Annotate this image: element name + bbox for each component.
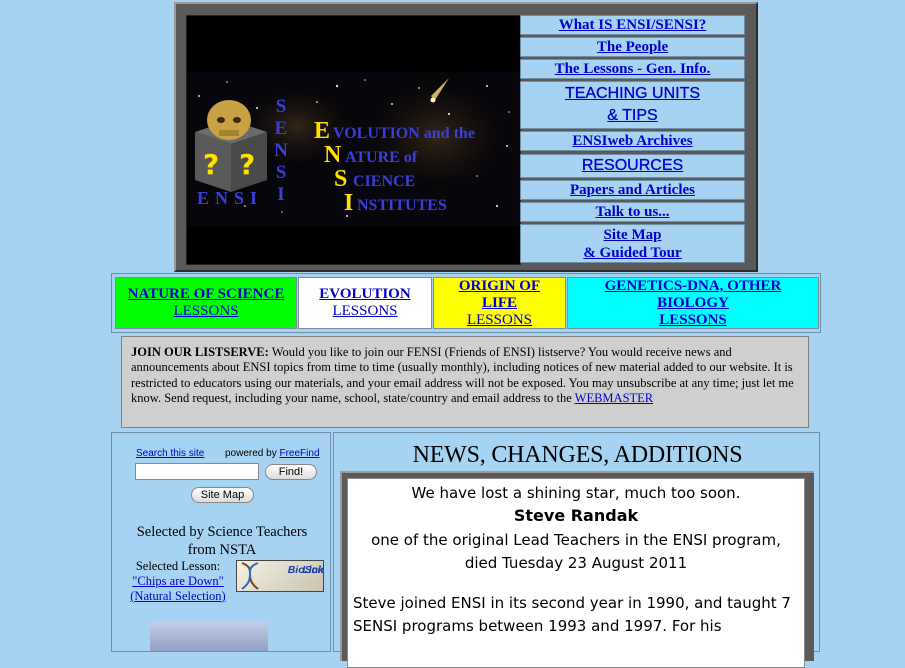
nsta-title-line: Selected by Science Teachers [136, 524, 308, 540]
nav-label: TEACHING UNITS [564, 85, 701, 102]
nav-label: & Guided Tour [583, 244, 682, 261]
lesson-title: BIOLOGY [657, 294, 729, 311]
lesson-nature-of-science[interactable]: NATURE OF SCIENCE LESSONS [115, 277, 297, 329]
webmaster-link[interactable]: WEBMASTER [575, 391, 653, 405]
news-content: We have lost a shining star, much too so… [347, 478, 805, 668]
nav-papers-articles[interactable]: Papers and Articles [520, 180, 745, 200]
powered-by-text: powered by [225, 448, 280, 459]
badge-text: BioScienceLinks [261, 563, 324, 576]
site-map-button[interactable]: Site Map [191, 487, 254, 503]
nav-talk-to-us[interactable]: Talk to us... [520, 202, 745, 222]
nav-label: The Lessons - Gen. Info. [554, 61, 711, 77]
lesson-evolution[interactable]: EVOLUTION LESSONS [298, 277, 432, 329]
nav-ensiweb-archives[interactable]: ENSIweb Archives [520, 131, 745, 151]
banner-sensi-letter: S [276, 162, 287, 183]
news-heading: NEWS, CHANGES, ADDITIONS [412, 442, 743, 468]
nav-label: ENSIweb Archives [572, 133, 693, 149]
nav-what-is-ensi[interactable]: What IS ENSI/SENSI? [520, 15, 745, 35]
lesson-title: ORIGIN OF [458, 277, 541, 294]
banner-sensi-letter: N [274, 140, 288, 161]
search-input[interactable] [135, 463, 259, 480]
listserve-heading: JOIN OUR LISTSERVE: [131, 345, 269, 359]
dna-icon [241, 562, 259, 590]
selected-lesson-label: Selected Lesson: [135, 559, 221, 573]
news-name: Steve Randak [513, 506, 639, 525]
banner-acrostic-letter: I [344, 190, 353, 216]
nav-site-map[interactable]: Site Map & Guided Tour [520, 224, 745, 263]
lesson-sub: LESSONS [466, 311, 533, 328]
lesson-sub: LESSONS [173, 303, 239, 319]
banner-title-line: VOLUTION and the [333, 125, 475, 142]
news-paragraph-line: SENSI programs between 1993 and 1997. Fo… [353, 617, 722, 635]
nav-label: RESOURCES [581, 157, 684, 174]
banner-sensi-letter: E [275, 118, 288, 139]
find-button-label: Find! [278, 466, 304, 478]
lesson-origin-of-life[interactable]: ORIGIN OF LIFE LESSONS [433, 277, 566, 329]
banner-sensi-letter: S [276, 96, 287, 117]
nsta-selection-title: Selected by Science Teachers from NSTA [112, 523, 332, 559]
nav-label: Talk to us... [595, 204, 670, 220]
badge-line: Links [302, 564, 324, 576]
lesson-title: NATURE OF SCIENCE [127, 286, 285, 302]
lesson-categories-bar: NATURE OF SCIENCE LESSONS EVOLUTION LESS… [111, 273, 821, 333]
news-section: NEWS, CHANGES, ADDITIONS We have lost a … [333, 432, 820, 668]
lesson-title: GENETICS-DNA, OTHER [604, 277, 782, 294]
svg-text:?: ? [203, 148, 219, 181]
news-frame: We have lost a shining star, much too so… [340, 471, 814, 668]
banner-graphic: ? ? ENSI S E N S I E N S I VOLUTION and … [187, 16, 520, 264]
svg-text:?: ? [239, 148, 255, 181]
banner-title-line: ATURE of [345, 149, 418, 166]
lesson-title: LIFE [481, 294, 517, 311]
banner-title-line: NSTITUTES [357, 197, 447, 214]
nav-label: The People [596, 39, 669, 55]
find-button[interactable]: Find! [265, 464, 317, 480]
nav-label: & TIPS [607, 107, 658, 124]
freefind-link[interactable]: FreeFind [279, 448, 319, 459]
natural-selection-link[interactable]: (Natural Selection) [130, 589, 225, 603]
banner-acrostic-letter: E [314, 118, 330, 144]
nsta-title-line: from NSTA [187, 542, 257, 558]
selected-lesson: Selected Lesson: "Chips are Down" (Natur… [120, 559, 236, 604]
banner-sensi-letter: I [277, 184, 284, 205]
search-this-site-link[interactable]: Search this site [136, 448, 204, 459]
nav-label: What IS ENSI/SENSI? [558, 17, 707, 33]
news-line: We have lost a shining star, much too so… [411, 484, 741, 502]
nav-label: Site Map [603, 226, 662, 243]
nav-the-people[interactable]: The People [520, 37, 745, 57]
banner-acrostic-letter: S [334, 166, 347, 192]
nav-label: Papers and Articles [570, 182, 695, 198]
lesson-sub: LESSONS [659, 311, 727, 328]
header-panel: ? ? ENSI S E N S I E N S I VOLUTION and … [174, 2, 758, 272]
banner-logo-word: ENSI [197, 188, 263, 208]
flower-image [150, 621, 268, 651]
lesson-title: EVOLUTION [319, 286, 411, 302]
lesson-genetics-dna[interactable]: GENETICS-DNA, OTHER BIOLOGY LESSONS [567, 277, 819, 329]
news-line: died Tuesday 23 August 2011 [464, 554, 688, 572]
ensi-banner-image: ? ? ENSI S E N S I E N S I VOLUTION and … [186, 15, 521, 265]
banner-title-line: CIENCE [353, 173, 415, 190]
listserve-notice: JOIN OUR LISTSERVE: Would you like to jo… [121, 336, 809, 428]
site-map-button-label: Site Map [200, 489, 245, 501]
news-paragraph-line: Steve joined ENSI in its second year in … [353, 594, 791, 612]
chips-are-down-link[interactable]: "Chips are Down" [132, 574, 223, 588]
left-sidebar: Search this site powered by FreeFind Fin… [111, 432, 331, 652]
bioscience-links-badge[interactable]: BioScienceLinks [236, 560, 324, 592]
nav-teaching-units[interactable]: TEACHING UNITS & TIPS [520, 81, 745, 129]
banner-acrostic-letter: N [324, 142, 342, 168]
lesson-sub: LESSONS [332, 303, 398, 319]
powered-by-label: powered by FreeFind [225, 448, 320, 459]
news-line: one of the original Lead Teachers in the… [371, 531, 781, 549]
nav-lessons-gen-info[interactable]: The Lessons - Gen. Info. [520, 59, 745, 79]
nav-resources[interactable]: RESOURCES [520, 154, 745, 178]
